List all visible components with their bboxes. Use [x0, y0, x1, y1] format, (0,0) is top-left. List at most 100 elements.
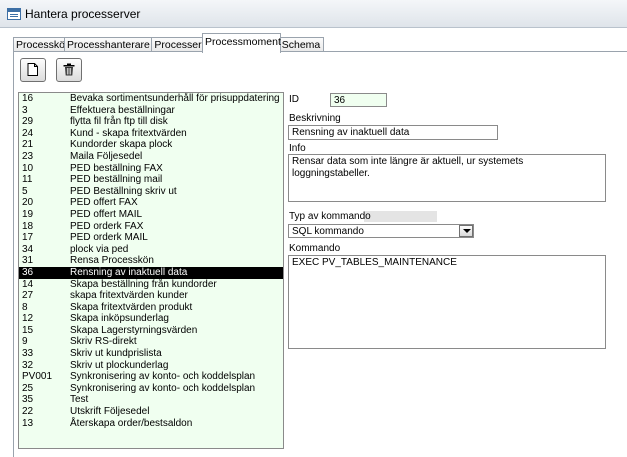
info-field[interactable]: Rensar data som inte längre är aktuell, … [288, 154, 606, 202]
list-item[interactable]: 29 flytta fil från ftp till disk [19, 116, 283, 128]
list-item[interactable]: 20 PED offert FAX [19, 197, 283, 209]
list-item-id: 32 [22, 359, 34, 371]
list-item-name: Synkronisering av konto- och koddelsplan [70, 371, 256, 383]
list-item[interactable]: 21 Kundorder skapa plock [19, 139, 283, 151]
list-item-id: 9 [22, 336, 28, 348]
list-item-id: 15 [22, 324, 34, 336]
tab-processer[interactable]: Processer [151, 37, 205, 52]
list-item[interactable]: 12 Skapa inköpsunderlag [19, 313, 283, 325]
list-item-name: PED offert FAX [70, 197, 138, 209]
list-item[interactable]: 25 Synkronisering av konto- och koddelspl… [19, 383, 283, 395]
list-item-name: PED offert MAIL [70, 208, 143, 220]
kommando-label: Kommando [289, 243, 341, 254]
list-item-id: 25 [22, 382, 34, 394]
list-item-id: 21 [22, 139, 34, 151]
list-item[interactable]: 14 Skapa beställning från kundorder [19, 279, 283, 291]
list-item-name: Utskrift Följesedel [70, 406, 150, 418]
list-item-name: Skriv ut kundprislista [70, 348, 162, 360]
window-title: Hantera processerver [25, 7, 141, 21]
list-item-name: Skriv RS-direkt [70, 336, 137, 348]
list-item[interactable]: PV001 Synkronisering av konto- och koddel… [19, 371, 283, 383]
list-item-id: 5 [22, 185, 28, 197]
title-bar: Hantera processerver [0, 0, 627, 28]
process-moment-list[interactable]: 16 Bevaka sortimentsunderhåll för prisupp… [18, 92, 284, 449]
list-item[interactable]: 8 Skapa fritextvärden produkt [19, 302, 283, 314]
list-item[interactable]: 13 Återskapa order/bestsaldon [19, 418, 283, 430]
tab-processmoment[interactable]: Processmoment [202, 33, 281, 53]
trash-icon [63, 63, 75, 76]
list-item[interactable]: 16 Bevaka sortimentsunderhåll för prisupp… [19, 93, 283, 105]
list-item-id: 19 [22, 208, 34, 220]
list-item-name: Synkronisering av konto- och koddelsplan [70, 382, 256, 394]
list-item-name: Bevaka sortimentsunderhåll för prisuppda… [70, 93, 280, 104]
list-item-name: Kund - skapa fritextvärden [70, 127, 187, 139]
list-item-id: 11 [22, 174, 33, 186]
list-item[interactable]: 35 Test [19, 394, 283, 406]
beskrivning-field[interactable]: Rensning av inaktuell data [288, 125, 498, 140]
list-item[interactable]: 10 PED beställning FAX [19, 163, 283, 175]
tab-schema[interactable]: Schema [278, 37, 324, 52]
list-item-name: PED beställning mail [70, 174, 163, 186]
list-item-id: 34 [22, 243, 34, 255]
id-field[interactable]: 36 [330, 93, 387, 107]
list-item-id: 22 [22, 406, 34, 418]
list-item[interactable]: 32 Skriv ut plockunderlag [19, 360, 283, 372]
list-item-id: 35 [22, 394, 34, 406]
list-item[interactable]: 27 skapa fritextvärden kunder [19, 290, 283, 302]
list-item[interactable]: 5 PED Beställning skriv ut [19, 186, 283, 198]
list-item-name: Skapa Lagerstyrningsvärden [70, 324, 198, 336]
dropdown-arrow-icon[interactable] [459, 225, 473, 237]
list-item[interactable]: 9 Skriv RS-direkt [19, 336, 283, 348]
label-background [364, 211, 437, 222]
list-item-id: 10 [22, 162, 34, 174]
list-item[interactable]: 18 PED orderk FAX [19, 221, 283, 233]
list-item-id: 24 [22, 127, 34, 139]
list-item-id: 20 [22, 197, 34, 209]
list-item-name: Skapa beställning från kundorder [70, 278, 217, 290]
kommando-field[interactable]: EXEC PV_TABLES_MAINTENANCE [288, 255, 606, 349]
list-item-name: Skriv ut plockunderlag [70, 359, 169, 371]
list-item-name: flytta fil från ftp till disk [70, 116, 168, 128]
form-icon [7, 8, 21, 20]
list-item-name: Kundorder skapa plock [70, 139, 173, 151]
list-item[interactable]: 24 Kund - skapa fritextvärden [19, 128, 283, 140]
list-item-name: Maila Följesedel [70, 150, 143, 162]
list-item[interactable]: 36 Rensning av inaktuell data [19, 266, 283, 279]
list-item-name: PED Beställning skriv ut [70, 185, 177, 197]
list-item[interactable]: 15 Skapa Lagerstyrningsvärden [19, 325, 283, 337]
info-label: Info [289, 143, 306, 154]
list-item-name: Test [70, 394, 89, 406]
list-item-id: 36 [22, 266, 34, 278]
list-item[interactable]: 11 PED beställning mail [19, 174, 283, 186]
delete-button[interactable] [56, 58, 82, 82]
list-item[interactable]: 19 PED offert MAIL [19, 209, 283, 221]
id-label: ID [289, 94, 299, 105]
list-item[interactable]: 34 plock via ped [19, 244, 283, 256]
list-item-id: 12 [22, 313, 34, 325]
list-item-id: 27 [22, 290, 34, 302]
list-item-id: PV001 [22, 371, 53, 383]
list-item-id: 14 [22, 278, 34, 290]
list-item-name: plock via ped [70, 243, 129, 255]
new-document-icon [27, 63, 38, 76]
new-button[interactable] [20, 58, 46, 82]
list-item-id: 8 [22, 301, 28, 313]
list-item[interactable]: 31 Rensa Processkön [19, 255, 283, 267]
list-item-name: PED orderk MAIL [70, 232, 148, 244]
list-item-name: skapa fritextvärden kunder [70, 290, 188, 302]
list-item[interactable]: 23 Maila Följesedel [19, 151, 283, 163]
list-item-name: PED orderk FAX [70, 220, 144, 232]
list-item-name: Återskapa order/bestsaldon [70, 417, 193, 429]
typ-av-kommando-select[interactable]: SQL kommando [288, 224, 474, 238]
list-item-id: 18 [22, 220, 34, 232]
list-item[interactable]: 3 Effektuera beställningar [19, 105, 283, 117]
list-item[interactable]: 17 PED orderk MAIL [19, 232, 283, 244]
tab-processko[interactable]: Processkö [13, 37, 65, 52]
list-item[interactable]: 33 Skriv ut kundprislista [19, 348, 283, 360]
tab-processhanterare[interactable]: Processhanterare [64, 37, 152, 52]
list-item[interactable]: 22 Utskrift Följesedel [19, 406, 283, 418]
list-item-id: 31 [22, 255, 34, 267]
list-item-name: PED beställning FAX [70, 162, 163, 174]
typ-label: Typ av kommando [289, 211, 371, 222]
list-item-id: 3 [22, 104, 28, 116]
